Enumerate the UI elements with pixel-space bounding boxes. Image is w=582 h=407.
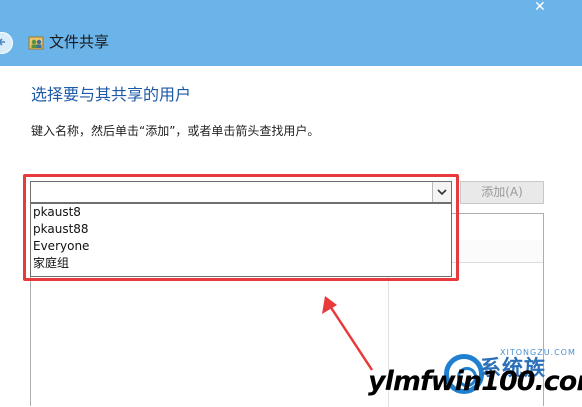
back-button[interactable] — [0, 32, 13, 54]
back-arrow-icon — [0, 38, 5, 46]
watermark: 系统族 XITONGZU.COM ylmfwin100.com — [368, 348, 582, 406]
users-share-icon — [28, 36, 44, 50]
instruction-text: 键入名称，然后单击“添加”，或者单击箭头查找用户。 — [31, 124, 320, 138]
close-button[interactable]: ✕ — [516, 0, 566, 20]
add-button[interactable]: 添加(A) — [460, 181, 544, 204]
highlight-box — [23, 174, 459, 281]
page-heading: 选择要与其共享的用户 — [31, 85, 192, 104]
title-bar: 文件共享 ✕ — [0, 0, 582, 66]
watermark-sub: XITONGZU.COM — [500, 348, 576, 357]
window-title: 文件共享 — [49, 33, 110, 51]
close-icon: ✕ — [534, 0, 546, 15]
watermark-url: ylmfwin100.com — [368, 366, 582, 397]
